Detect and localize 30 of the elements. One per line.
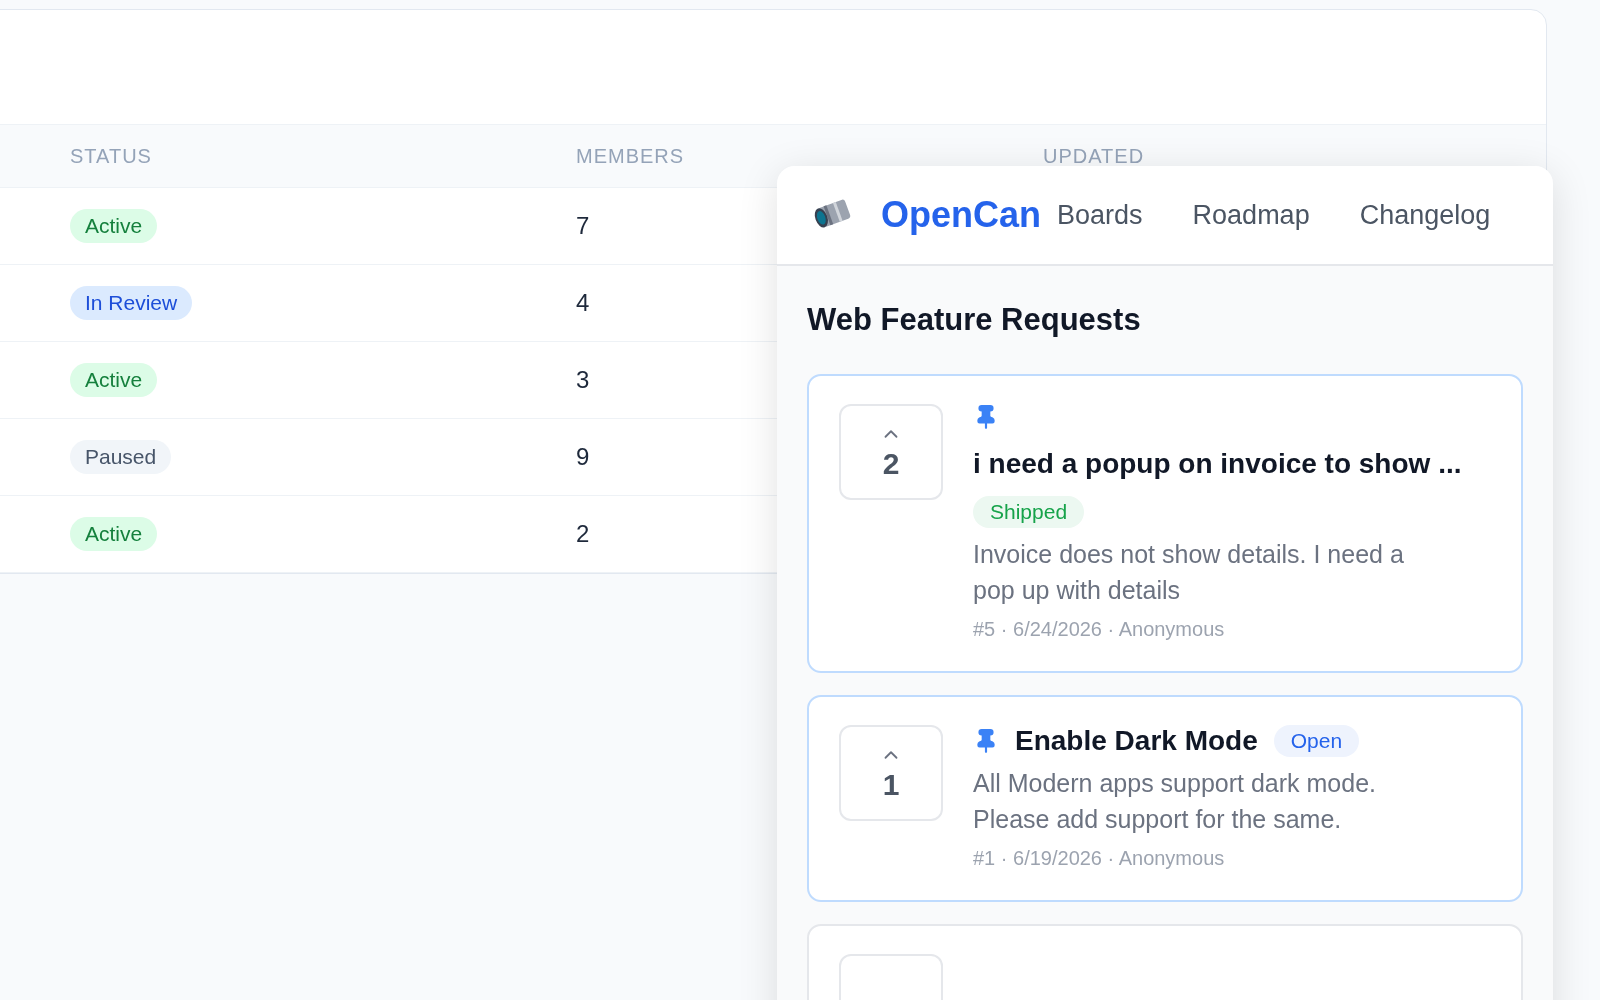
post-card[interactable]: 2 i need a popup on invoice to show ... Shipped Invoice does not show details. I need a pop up with details #5 · 6/24/2026 · Anonymous xyxy=(807,374,1523,673)
post-title[interactable]: i need a popup on invoice to show ... xyxy=(973,448,1462,480)
table-cell: 3 xyxy=(576,366,590,394)
post-meta: #5 · 6/24/2026 · Anonymous xyxy=(973,618,1225,641)
nav-link[interactable]: Roadmap xyxy=(1192,199,1310,231)
upvote-button[interactable]: 1 xyxy=(839,725,943,821)
status-badge: Paused xyxy=(70,440,172,474)
table-cell: 2 xyxy=(576,520,590,548)
nav-link[interactable]: Changelog xyxy=(1359,199,1491,231)
post-description: Invoice does not show details. I need a pop up with details xyxy=(973,539,1405,606)
status-badge: In Review xyxy=(70,286,193,320)
status-badge: Active xyxy=(70,517,158,551)
column-header: STATUS xyxy=(70,144,152,168)
post-title[interactable]: Enable Dark Mode xyxy=(1015,725,1258,757)
brand-name: OpenCan xyxy=(881,194,1041,236)
status-badge: Open xyxy=(1273,725,1360,757)
status-badge: Active xyxy=(70,363,158,397)
board-title: Web Feature Requests xyxy=(807,302,1142,338)
status-badge: Active xyxy=(70,209,158,243)
status-badge: Shipped xyxy=(973,496,1085,528)
table-cell: 9 xyxy=(576,443,590,471)
nav-link[interactable]: Boards xyxy=(1057,199,1143,231)
column-header: UPDATED xyxy=(1043,144,1145,168)
column-header: MEMBERS xyxy=(576,144,685,168)
post-card[interactable]: 1 Enable Dark Mode Open All Modern apps support dark mode. Please add support for the same. #1 · 6/19/2026 · Anonymous xyxy=(807,695,1523,902)
table-cell: 4 xyxy=(576,289,590,317)
upvote-button[interactable]: 2 xyxy=(839,404,943,500)
table-cell: 7 xyxy=(576,212,590,240)
post-description: All Modern apps support dark mode. Please add support for the same. xyxy=(973,768,1377,835)
post-meta: #1 · 6/19/2026 · Anonymous xyxy=(973,847,1225,870)
